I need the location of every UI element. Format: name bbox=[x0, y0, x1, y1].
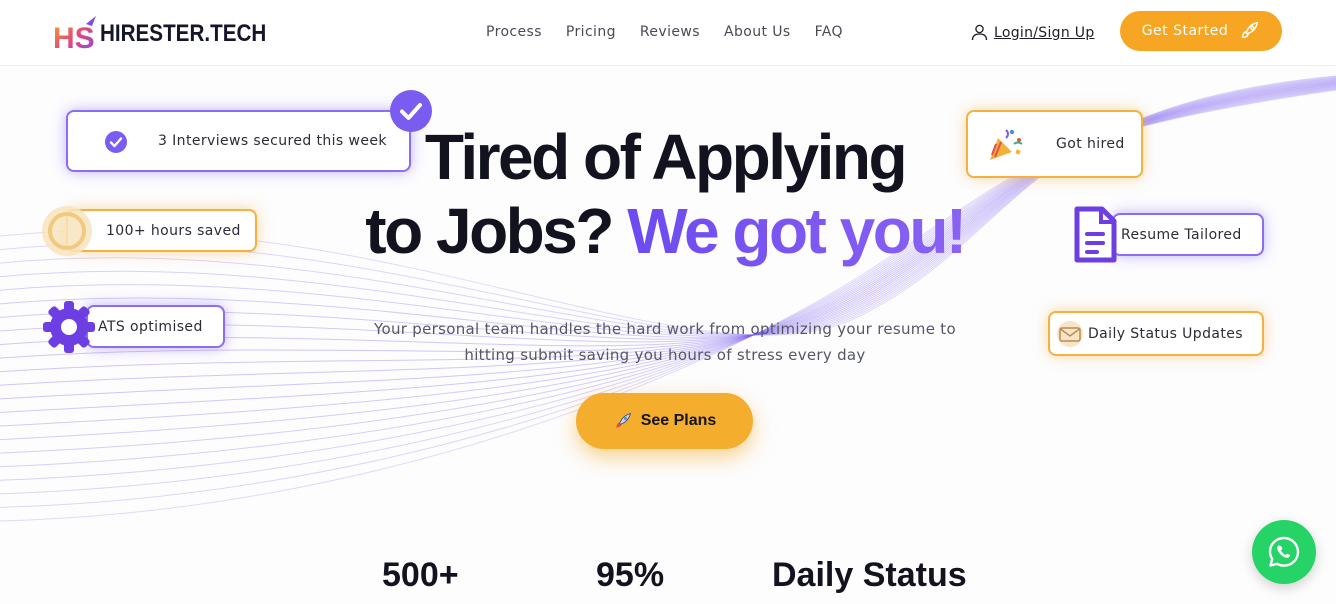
badge-interviews-text: 3 Interviews secured this week bbox=[158, 133, 387, 149]
badge-status-text: Daily Status Updates bbox=[1088, 325, 1243, 342]
hero-subtitle: Your personal team handles the hard work… bbox=[340, 316, 990, 368]
badge-hours-text: 100+ hours saved bbox=[106, 222, 241, 239]
logo-mark-icon: HS bbox=[52, 14, 100, 55]
gear-icon bbox=[42, 300, 96, 354]
badge-got-hired: Got hired bbox=[966, 110, 1143, 178]
hero-title-line2: to Jobs? bbox=[365, 195, 614, 267]
nav-faq[interactable]: FAQ bbox=[815, 24, 843, 40]
nav-pricing[interactable]: Pricing bbox=[566, 24, 616, 40]
brand-logo[interactable]: HS HIRESTER.TECH bbox=[52, 14, 293, 55]
badge-resume-tailored: Resume Tailored bbox=[1112, 213, 1264, 256]
document-icon bbox=[1072, 206, 1118, 264]
stat-success-rate: 95% bbox=[596, 556, 665, 594]
check-circle-icon bbox=[104, 130, 128, 154]
hero-title-line1: Tired of Applying bbox=[424, 121, 908, 193]
site-header: HS HIRESTER.TECH Process Pricing Reviews… bbox=[0, 0, 1336, 66]
mail-icon bbox=[1056, 321, 1084, 347]
nav-reviews[interactable]: Reviews bbox=[640, 24, 700, 40]
badge-hours-saved: 100+ hours saved bbox=[66, 209, 257, 252]
get-started-button[interactable]: Get Started bbox=[1120, 11, 1282, 51]
hero-title: Tired of Applying to Jobs? We got you! bbox=[340, 120, 990, 268]
badge-resume-text: Resume Tailored bbox=[1121, 226, 1242, 243]
nav-process[interactable]: Process bbox=[486, 24, 542, 40]
badge-ats: ATS optimised bbox=[86, 305, 225, 348]
badge-got-hired-text: Got hired bbox=[1056, 136, 1125, 152]
get-started-label: Get Started bbox=[1141, 23, 1229, 39]
badge-interviews: 3 Interviews secured this week bbox=[66, 110, 411, 172]
nav-about-us[interactable]: About Us bbox=[724, 24, 791, 40]
rocket-icon bbox=[616, 412, 631, 428]
whatsapp-chat-button[interactable] bbox=[1252, 520, 1316, 584]
rocket-icon bbox=[1242, 21, 1259, 39]
hero-subtitle-line1: Your personal team handles the hard work… bbox=[374, 320, 956, 338]
main-nav: Process Pricing Reviews About Us FAQ bbox=[486, 24, 843, 40]
whatsapp-icon bbox=[1268, 536, 1300, 567]
see-plans-button[interactable]: See Plans bbox=[576, 393, 753, 449]
user-icon bbox=[971, 24, 988, 41]
clock-icon bbox=[40, 204, 94, 258]
check-badge-icon bbox=[389, 89, 433, 133]
login-label: Login/Sign Up bbox=[994, 24, 1095, 41]
stat-daily-status: Daily Status bbox=[772, 556, 967, 594]
stat-clients: 500+ bbox=[382, 556, 459, 594]
party-popper-icon bbox=[986, 126, 1024, 164]
see-plans-label: See Plans bbox=[640, 412, 717, 429]
svg-text:HS: HS bbox=[53, 22, 95, 54]
badge-daily-status: Daily Status Updates bbox=[1048, 311, 1264, 356]
badge-ats-text: ATS optimised bbox=[98, 318, 203, 335]
logo-text: HIRESTER.TECH bbox=[100, 20, 267, 47]
hero-subtitle-line2: hitting submit saving you hours of stres… bbox=[464, 346, 866, 364]
hero-title-accent: We got you! bbox=[627, 195, 967, 267]
login-link[interactable]: Login/Sign Up bbox=[971, 24, 1095, 41]
